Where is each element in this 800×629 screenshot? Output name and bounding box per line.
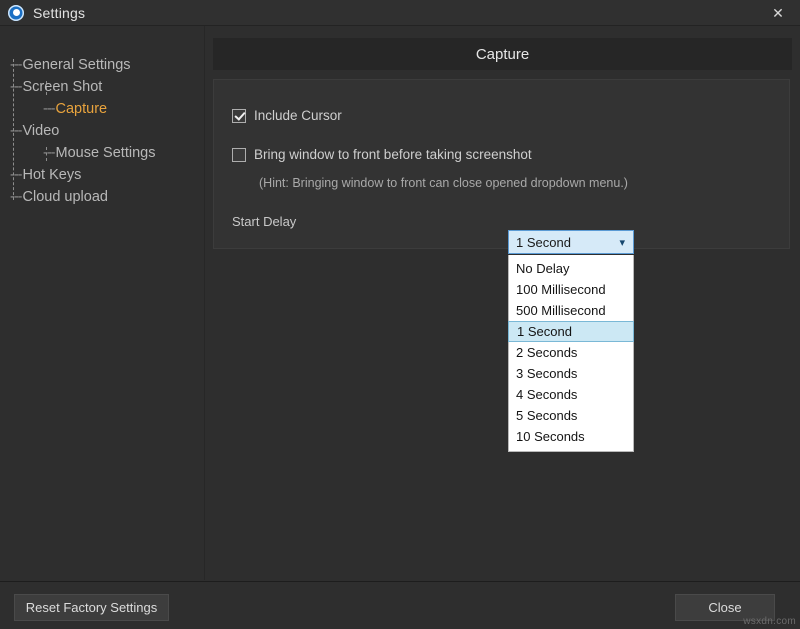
close-button[interactable]: Close	[675, 594, 775, 621]
option-100-millisecond[interactable]: 100 Millisecond	[509, 279, 633, 300]
window-titlebar: Settings ✕	[0, 0, 800, 26]
sidebar-item-mouse-settings[interactable]: --- Mouse Settings	[10, 142, 205, 164]
sidebar-item-label: Screen Shot	[23, 79, 103, 95]
page-title: Capture	[213, 38, 792, 70]
tree-dash-icon: ---	[10, 123, 22, 139]
checkbox-bring-window-to-front[interactable]: Bring window to front before taking scre…	[232, 147, 532, 162]
dialog-footer: Reset Factory Settings Close	[0, 581, 800, 629]
checkbox-label: Include Cursor	[254, 108, 342, 123]
tree-dash-icon: ---	[10, 167, 22, 183]
sidebar-item-general-settings[interactable]: --- General Settings	[10, 54, 205, 76]
start-delay-selected-value: 1 Second	[516, 235, 571, 250]
window-title: Settings	[33, 5, 85, 21]
tree-dash-icon: ---	[10, 189, 22, 205]
option-4-seconds[interactable]: 4 Seconds	[509, 384, 633, 405]
checkbox-unchecked-icon	[232, 148, 246, 162]
option-3-seconds[interactable]: 3 Seconds	[509, 363, 633, 384]
main-body: --- General Settings --- Screen Shot ---…	[0, 26, 800, 580]
sidebar-item-hot-keys[interactable]: --- Hot Keys	[10, 164, 205, 186]
start-delay-option-list[interactable]: No Delay 100 Millisecond 500 Millisecond…	[508, 255, 634, 452]
sidebar-item-label: General Settings	[23, 57, 131, 73]
option-1-second[interactable]: 1 Second	[508, 321, 634, 342]
sidebar-item-label: Mouse Settings	[56, 145, 156, 161]
app-icon	[8, 5, 24, 21]
capture-options-group: Include Cursor Bring window to front bef…	[213, 79, 790, 249]
sidebar-item-label: Video	[23, 123, 60, 139]
tree-dash-icon: ---	[10, 57, 22, 73]
sidebar-item-label: Hot Keys	[23, 167, 82, 183]
tree-dash-icon: ---	[43, 145, 55, 161]
checkbox-checked-icon	[232, 109, 246, 123]
settings-sidebar: --- General Settings --- Screen Shot ---…	[0, 26, 205, 580]
chevron-down-icon: ▾	[619, 231, 625, 253]
start-delay-select[interactable]: 1 Second ▾	[508, 230, 634, 254]
option-5-seconds[interactable]: 5 Seconds	[509, 405, 633, 426]
close-icon[interactable]: ✕	[756, 0, 800, 26]
settings-tree: --- General Settings --- Screen Shot ---…	[10, 54, 205, 208]
reset-factory-settings-button[interactable]: Reset Factory Settings	[14, 594, 169, 621]
hint-text: (Hint: Bringing window to front can clos…	[259, 176, 628, 190]
content-pane: Capture Include Cursor Bring window to f…	[205, 26, 800, 580]
sidebar-item-video[interactable]: --- Video	[10, 120, 205, 142]
start-delay-label: Start Delay	[232, 214, 296, 229]
tree-dash-icon: ---	[10, 79, 22, 95]
sidebar-item-screen-shot[interactable]: --- Screen Shot	[10, 76, 205, 98]
sidebar-item-label: Cloud upload	[23, 189, 108, 205]
sidebar-item-cloud-upload[interactable]: --- Cloud upload	[10, 186, 205, 208]
checkbox-label: Bring window to front before taking scre…	[254, 147, 532, 162]
tree-dash-icon: ---	[43, 101, 55, 117]
option-no-delay[interactable]: No Delay	[509, 258, 633, 279]
sidebar-item-capture[interactable]: --- Capture	[10, 98, 205, 120]
option-500-millisecond[interactable]: 500 Millisecond	[509, 300, 633, 321]
sidebar-item-label: Capture	[56, 101, 108, 117]
checkbox-include-cursor[interactable]: Include Cursor	[232, 108, 342, 123]
option-2-seconds[interactable]: 2 Seconds	[509, 342, 633, 363]
option-10-seconds[interactable]: 10 Seconds	[509, 426, 633, 447]
